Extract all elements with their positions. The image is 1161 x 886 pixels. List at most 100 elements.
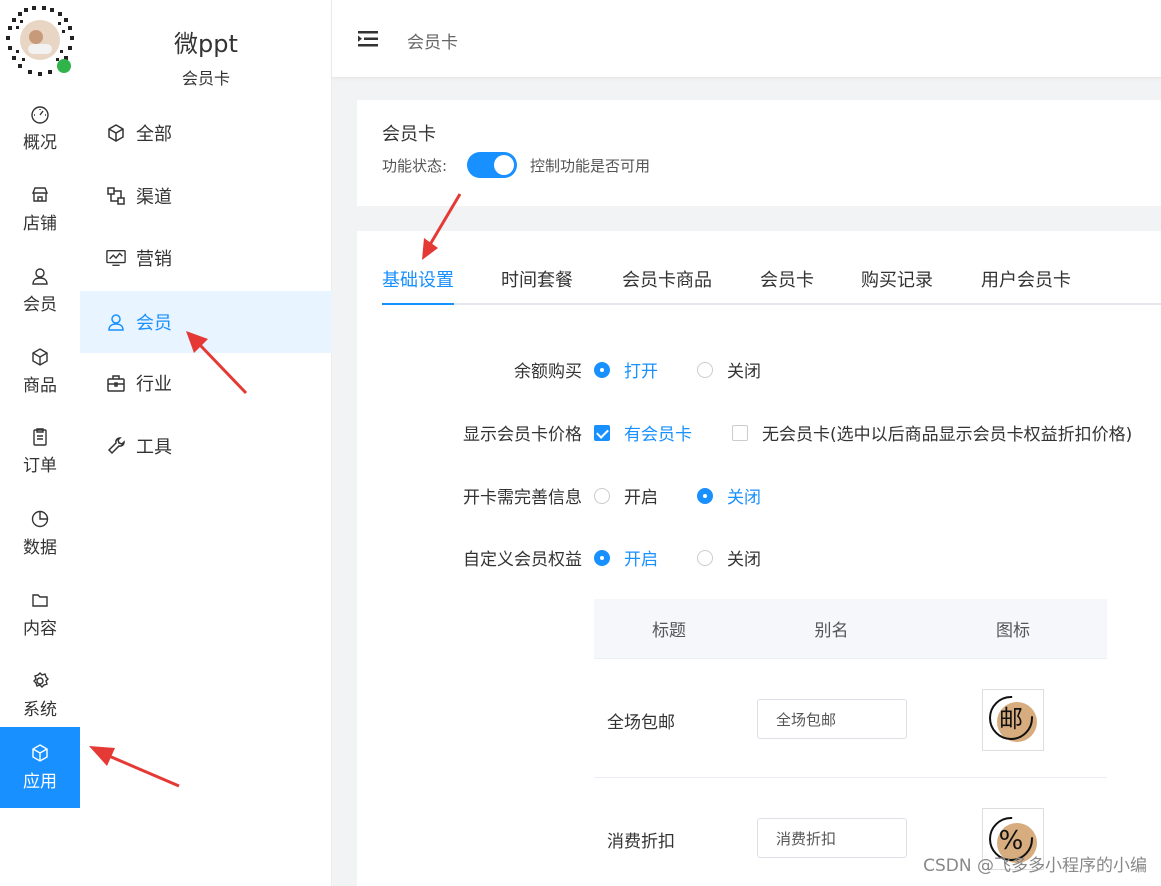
checkbox-box (732, 424, 748, 441)
sidebar-item-label: 会员 (136, 313, 172, 334)
radio-dot (697, 549, 713, 566)
field-label: 显示会员卡价格 (463, 425, 582, 445)
column-header-alias: 别名 (814, 621, 849, 641)
sidebar-item-marketing[interactable]: 营销 (80, 227, 332, 289)
brand-name: 微ppt (174, 30, 238, 58)
alias-input[interactable] (757, 818, 907, 858)
rail-item-label: 会员 (23, 295, 57, 315)
option-label: 关闭 (727, 488, 761, 508)
option-label: 开启 (624, 488, 658, 508)
checkbox-no-card[interactable]: 无会员卡(选中以后商品显示会员卡权益折扣价格) (732, 420, 1132, 445)
checkbox-has-card[interactable]: 有会员卡 (594, 420, 692, 445)
sidebar-item-all[interactable]: 全部 (80, 102, 332, 164)
sidebar-item-label: 行业 (136, 374, 172, 395)
tab-user-cards[interactable]: 用户会员卡 (981, 267, 1071, 305)
rail-item-store[interactable]: 店铺 (0, 169, 80, 250)
sidebar-item-label: 全部 (136, 124, 172, 145)
chart-monitor-icon (106, 250, 126, 266)
checkbox-box (594, 424, 610, 441)
tab-card-goods[interactable]: 会员卡商品 (622, 267, 712, 305)
gear-icon (33, 672, 49, 688)
right-title: 全场包邮 (607, 713, 675, 733)
feature-toggle[interactable] (467, 152, 517, 178)
rail-item-overview[interactable]: 概况 (0, 88, 80, 169)
sidebar-item-label: 工具 (136, 437, 172, 458)
sidebar-item-tools[interactable]: 工具 (80, 415, 332, 477)
qr-code-logo (3, 3, 77, 77)
cube-icon (108, 124, 124, 142)
tab-time-package[interactable]: 时间套餐 (501, 267, 573, 305)
store-icon (31, 187, 49, 202)
radio-dot (697, 487, 713, 504)
rail-item-label: 概况 (23, 133, 57, 153)
toggle-knob (494, 155, 514, 175)
menu-fold-icon[interactable] (358, 29, 380, 49)
rail-item-goods[interactable]: 商品 (0, 331, 80, 412)
rail-item-label: 订单 (23, 456, 57, 476)
rail-item-label: 内容 (23, 619, 57, 639)
radio-dot (594, 487, 610, 504)
radio-rights-off[interactable]: 关闭 (697, 545, 761, 570)
option-label: 有会员卡 (624, 425, 692, 445)
channel-icon (107, 187, 125, 205)
box-icon (32, 348, 48, 366)
rail-item-apps[interactable]: 应用 (0, 727, 80, 808)
radio-info-off[interactable]: 关闭 (697, 483, 761, 508)
brand-header: 微ppt 会员卡 (80, 0, 332, 88)
radio-balance-close[interactable]: 关闭 (697, 357, 761, 382)
folder-icon (32, 594, 48, 607)
rail-item-system[interactable]: 系统 (0, 655, 80, 736)
radio-balance-open[interactable]: 打开 (594, 357, 658, 382)
tab-basic-settings[interactable]: 基础设置 (382, 267, 454, 305)
top-header: 会员卡 (332, 0, 1161, 78)
rail-item-label: 应用 (23, 772, 57, 792)
breadcrumb: 会员卡 (407, 33, 458, 53)
tab-member-card[interactable]: 会员卡 (760, 267, 814, 305)
column-header-title: 标题 (652, 621, 686, 641)
tab-purchase-records[interactable]: 购买记录 (861, 267, 933, 305)
cube-icon (32, 744, 48, 762)
field-label: 开卡需完善信息 (463, 488, 582, 508)
rail-item-data[interactable]: 数据 (0, 493, 80, 574)
radio-info-on[interactable]: 开启 (594, 483, 658, 508)
right-title: 消费折扣 (607, 832, 675, 852)
table-row: 全场包邮 邮 (594, 659, 1107, 778)
pie-chart-icon (31, 510, 49, 528)
user-icon (32, 268, 48, 285)
option-label: 打开 (624, 362, 658, 382)
card-title: 会员卡 (382, 124, 436, 145)
icon-picker[interactable]: 邮 (982, 689, 1044, 751)
rail-item-label: 店铺 (23, 214, 57, 234)
icon-text: 邮 (999, 705, 1023, 733)
rail-item-label: 数据 (23, 538, 57, 558)
status-card: 会员卡 功能状态: 控制功能是否可用 (357, 100, 1161, 206)
sidebar-item-industry[interactable]: 行业 (80, 352, 332, 414)
watermark: CSDN @飞多多小程序的小编 (923, 856, 1147, 876)
app-rail: 概况 店铺 会员 商品 订单 数据 内容 系统 应用 (0, 0, 80, 886)
briefcase-icon (107, 375, 125, 392)
sidebar-item-member[interactable]: 会员 (80, 291, 332, 353)
radio-rights-on[interactable]: 开启 (594, 545, 658, 570)
status-description: 控制功能是否可用 (530, 157, 651, 175)
clipboard-icon (33, 428, 47, 446)
wrench-icon (107, 437, 125, 455)
rights-table: 标题 别名 图标 全场包邮 邮 消费折扣 % (594, 599, 1107, 886)
dashboard-icon (31, 106, 49, 124)
option-label: 开启 (624, 550, 658, 570)
rail-item-content[interactable]: 内容 (0, 574, 80, 655)
radio-dot (594, 361, 610, 378)
field-label: 余额购买 (514, 362, 582, 382)
option-label: 关闭 (727, 362, 761, 382)
rail-item-orders[interactable]: 订单 (0, 411, 80, 492)
sidebar-item-channel[interactable]: 渠道 (80, 165, 332, 227)
tab-bar: 基础设置 时间套餐 会员卡商品 会员卡 购买记录 用户会员卡 (382, 267, 1161, 305)
brand-subtitle: 会员卡 (181, 69, 230, 88)
table-header: 标题 别名 图标 (594, 599, 1107, 659)
column-header-icon: 图标 (996, 621, 1030, 641)
option-label: 无会员卡(选中以后商品显示会员卡权益折扣价格) (762, 425, 1133, 445)
alias-input[interactable] (757, 699, 907, 739)
rail-item-member[interactable]: 会员 (0, 250, 80, 331)
user-icon (108, 314, 124, 331)
free-shipping-icon: 邮 (989, 696, 1037, 742)
field-label: 自定义会员权益 (463, 550, 582, 570)
